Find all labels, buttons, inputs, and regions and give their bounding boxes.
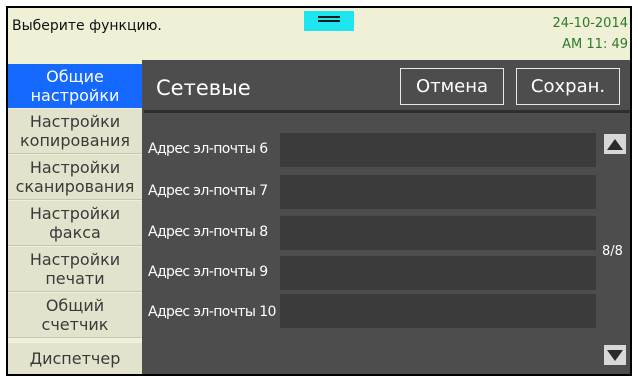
- email-6-label: Адрес эл-почты 6: [148, 141, 268, 157]
- email-7-field[interactable]: [280, 175, 596, 209]
- sidebar-item-manager[interactable]: Диспетчер: [8, 343, 142, 374]
- email-8-field[interactable]: [280, 216, 596, 250]
- sidebar-item-label: Диспетчер: [29, 349, 121, 368]
- sidebar-item-print-settings[interactable]: Настройки печати: [8, 247, 142, 292]
- date-display: 24-10-2014: [552, 16, 628, 31]
- scroll-up-button[interactable]: [604, 134, 626, 154]
- triangle-up-icon: [607, 139, 623, 150]
- save-button[interactable]: Сохран.: [516, 68, 620, 105]
- email-8-label: Адрес эл-почты 8: [148, 224, 268, 240]
- scroll-down-button[interactable]: [604, 345, 626, 365]
- prompt-text: Выберите функцию.: [12, 18, 162, 34]
- sidebar-item-copy-settings[interactable]: Настройки копирования: [8, 109, 142, 154]
- triangle-down-icon: [607, 350, 623, 361]
- sidebar-item-label: Настройки печати: [29, 250, 121, 288]
- sidebar-item-label: Настройки копирования: [20, 112, 130, 150]
- sidebar-item-general-settings[interactable]: Общие настройки: [8, 64, 142, 108]
- header-divider: [144, 110, 630, 113]
- time-display: AM 11: 49: [562, 37, 628, 52]
- device-frame: Выберите функцию. 24-10-2014 AM 11: 49 О…: [6, 6, 632, 376]
- touch-screen: Выберите функцию. 24-10-2014 AM 11: 49 О…: [8, 8, 630, 374]
- email-10-label: Адрес эл-почты 10: [148, 304, 276, 320]
- sidebar-item-label: Общий счетчик: [41, 296, 109, 334]
- cancel-button[interactable]: Отмена: [400, 68, 504, 105]
- sidebar-item-fax-settings[interactable]: Настройки факса: [8, 201, 142, 246]
- sidebar: Общие настройки Настройки копирования На…: [8, 60, 142, 374]
- email-7-label: Адрес эл-почты 7: [148, 183, 268, 199]
- email-6-field[interactable]: [280, 133, 596, 167]
- email-9-label: Адрес эл-почты 9: [148, 264, 268, 280]
- email-10-field[interactable]: [280, 294, 596, 328]
- email-9-field[interactable]: [280, 256, 596, 290]
- page-title: Сетевые: [156, 76, 251, 100]
- sidebar-item-label: Общие настройки: [30, 67, 120, 105]
- header-bar: Выберите функцию. 24-10-2014 AM 11: 49: [8, 8, 630, 60]
- menu-lines-icon[interactable]: [304, 11, 354, 31]
- sidebar-item-scan-settings[interactable]: Настройки сканирования: [8, 155, 142, 200]
- page-indicator: 8/8: [602, 244, 623, 259]
- sidebar-item-label: Настройки факса: [29, 204, 121, 242]
- sidebar-item-label: Настройки сканирования: [15, 158, 135, 196]
- sidebar-item-total-counter[interactable]: Общий счетчик: [8, 293, 142, 338]
